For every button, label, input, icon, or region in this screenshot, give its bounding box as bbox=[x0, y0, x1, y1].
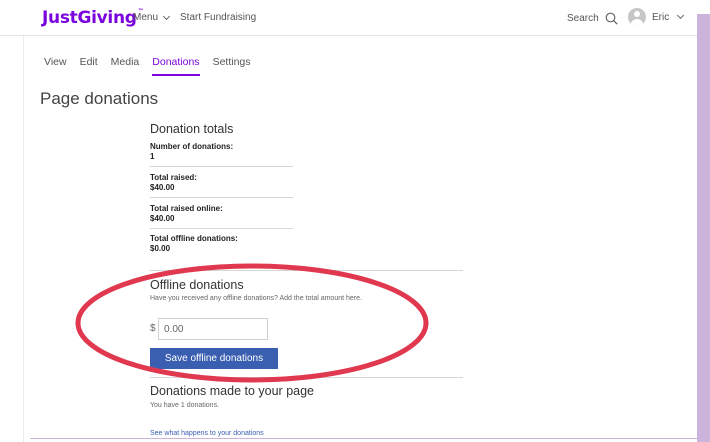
tab-edit[interactable]: Edit bbox=[80, 56, 98, 76]
stat-label: Total raised online: bbox=[150, 204, 223, 213]
offline-donations-heading: Offline donations bbox=[150, 278, 244, 292]
tab-view[interactable]: View bbox=[44, 56, 67, 76]
page-tabs: View Edit Media Donations Settings bbox=[44, 56, 264, 76]
donations-count-text: You have 1 donations. bbox=[150, 402, 220, 409]
search-label: Search bbox=[567, 13, 599, 24]
section-divider bbox=[150, 377, 463, 378]
top-navigation-bar: JustGiving™ Menu Start Fundraising Searc… bbox=[0, 0, 710, 36]
start-fundraising-link[interactable]: Start Fundraising bbox=[180, 12, 256, 23]
search-button[interactable]: Search bbox=[567, 12, 618, 25]
stat-value: 1 bbox=[150, 152, 155, 161]
bottom-edge-line bbox=[30, 438, 697, 439]
donations-made-heading: Donations made to your page bbox=[150, 384, 314, 398]
right-edge-strip bbox=[697, 14, 710, 442]
section-divider bbox=[150, 270, 463, 271]
menu-label: Menu bbox=[133, 12, 159, 23]
stat-number-of-donations: Number of donations: 1 bbox=[150, 142, 293, 167]
stat-value: $40.00 bbox=[150, 183, 175, 192]
stat-label: Total offline donations: bbox=[150, 234, 238, 243]
stat-value: $40.00 bbox=[150, 214, 175, 223]
stat-total-offline-donations: Total offline donations: $0.00 bbox=[150, 234, 293, 258]
tab-donations[interactable]: Donations bbox=[152, 56, 200, 76]
donation-totals-heading: Donation totals bbox=[150, 122, 234, 136]
justgiving-logo[interactable]: JustGiving™ bbox=[42, 8, 144, 28]
stat-label: Number of donations: bbox=[150, 142, 234, 151]
tab-media[interactable]: Media bbox=[111, 56, 140, 76]
stat-label: Total raised: bbox=[150, 173, 197, 182]
tab-settings[interactable]: Settings bbox=[213, 56, 251, 76]
chevron-down-icon bbox=[677, 11, 685, 20]
page-title: Page donations bbox=[40, 89, 159, 108]
see-donations-link[interactable]: See what happens to your donations bbox=[150, 430, 264, 437]
stat-value: $0.00 bbox=[150, 244, 171, 253]
search-icon bbox=[605, 12, 618, 25]
content-left-border bbox=[23, 36, 24, 442]
avatar bbox=[628, 8, 646, 26]
chevron-down-icon bbox=[162, 12, 171, 20]
user-name: Eric bbox=[652, 11, 670, 23]
stat-total-raised: Total raised: $40.00 bbox=[150, 173, 293, 198]
save-offline-donations-button[interactable]: Save offline donations bbox=[150, 348, 278, 369]
logo-text: JustGiving bbox=[42, 8, 137, 28]
stat-total-raised-online: Total raised online: $40.00 bbox=[150, 204, 293, 229]
offline-donations-hint: Have you received any offline donations?… bbox=[150, 295, 362, 302]
menu-dropdown[interactable]: Menu bbox=[133, 12, 171, 23]
currency-symbol: $ bbox=[150, 323, 156, 334]
user-menu[interactable]: Eric bbox=[628, 8, 685, 26]
offline-amount-input[interactable] bbox=[158, 318, 268, 340]
